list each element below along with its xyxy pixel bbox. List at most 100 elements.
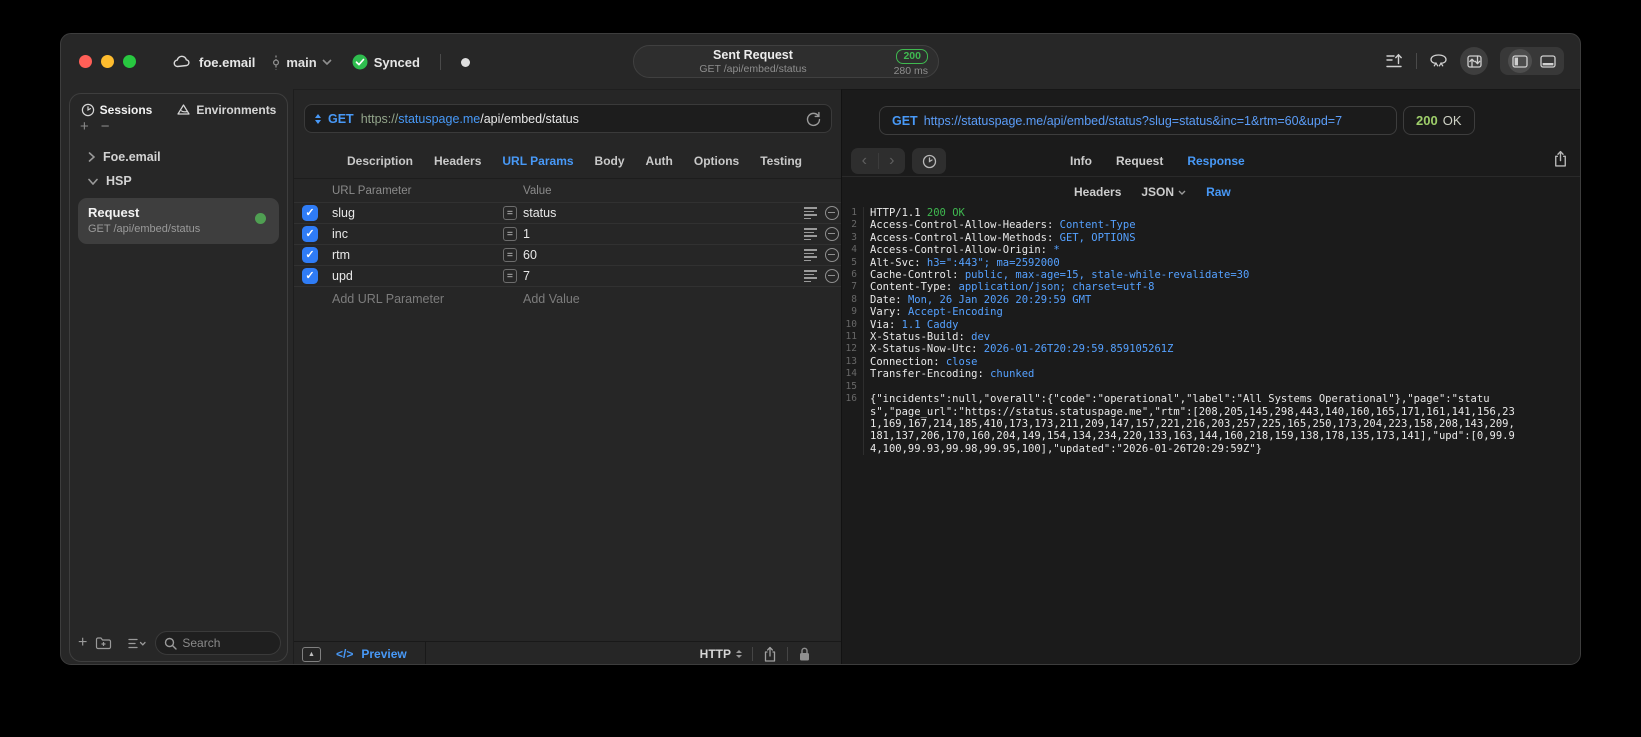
preview-button[interactable]: </> Preview <box>336 647 407 661</box>
tab-url-params[interactable]: URL Params <box>502 154 573 168</box>
subtab-headers[interactable]: Headers <box>1074 185 1121 199</box>
resend-icon[interactable] <box>806 111 821 127</box>
response-line: 2 Access-Control-Allow-Headers: Content-T… <box>842 219 1578 232</box>
environments-icon <box>176 103 191 117</box>
export-response-icon[interactable] <box>1553 150 1568 168</box>
tree-item-foe-email[interactable]: Foe.email <box>76 145 281 169</box>
subtab-json[interactable]: JSON <box>1141 185 1186 199</box>
tab-response[interactable]: Response <box>1187 154 1244 168</box>
sort-list-icon[interactable] <box>128 637 147 650</box>
response-subtabs: Headers JSON Raw <box>1074 180 1231 204</box>
remove-row-icon[interactable] <box>825 248 839 262</box>
protocol-selector[interactable]: HTTP <box>700 647 742 661</box>
tab-auth[interactable]: Auth <box>646 154 673 168</box>
line-number: 14 <box>842 368 864 381</box>
remove-row-icon[interactable] <box>825 269 839 283</box>
tab-environments[interactable]: Environments <box>176 103 276 117</box>
tab-body[interactable]: Body <box>595 154 625 168</box>
param-name[interactable]: inc <box>332 227 348 241</box>
param-checkbox[interactable]: ✓ <box>302 205 318 221</box>
row-options-icon[interactable] <box>804 207 818 219</box>
line-number: 8 <box>842 293 864 307</box>
sync-status[interactable]: Synced <box>352 54 420 70</box>
param-checkbox[interactable]: ✓ <box>302 268 318 284</box>
param-name[interactable]: upd <box>332 269 353 283</box>
collapse-panel-icon[interactable]: ▲ <box>302 646 321 662</box>
url-params-table: URL Parameter Value ✓ slug = status ✓ in… <box>294 179 841 309</box>
forward-icon[interactable]: › <box>879 148 906 174</box>
param-value[interactable]: 7 <box>523 269 530 283</box>
line-content: HTTP/1.1 200 OK <box>870 207 965 219</box>
request-url[interactable]: https://statuspage.me/api/embed/status <box>361 112 579 126</box>
tab-sessions[interactable]: Sessions <box>81 103 152 117</box>
tree-item-hsp[interactable]: HSP <box>76 169 281 193</box>
toggle-left-panel-icon[interactable] <box>1508 49 1532 73</box>
tab-info[interactable]: Info <box>1070 154 1092 168</box>
method-dropdown-icon[interactable] <box>315 113 321 124</box>
line-number: 16 <box>842 393 864 456</box>
close-window-button[interactable] <box>79 55 92 68</box>
response-status-code: 200 <box>1416 113 1438 128</box>
tab-headers[interactable]: Headers <box>434 154 481 168</box>
titlebar-actions <box>1386 47 1564 75</box>
param-name[interactable]: rtm <box>332 248 350 262</box>
clock-icon <box>81 103 95 117</box>
param-checkbox[interactable]: ✓ <box>302 226 318 242</box>
search-box[interactable] <box>155 631 282 655</box>
row-options-icon[interactable] <box>804 249 818 261</box>
sidebar: Sessions Environments + − Foe.email HSP … <box>69 93 288 662</box>
add-value-field[interactable]: Add Value <box>523 292 580 306</box>
subtab-raw[interactable]: Raw <box>1206 185 1231 199</box>
import-export-icon[interactable] <box>1386 53 1404 69</box>
line-content: Access-Control-Allow-Methods: GET, OPTIO… <box>870 231 1136 244</box>
row-options-icon[interactable] <box>804 270 818 282</box>
param-row-slug: ✓ slug = status <box>294 203 841 224</box>
search-input[interactable] <box>182 636 273 650</box>
new-folder-icon[interactable] <box>95 636 112 650</box>
request-panel: GET https://statuspage.me/api/embed/stat… <box>293 89 841 664</box>
layout-toggle-group <box>1500 47 1564 75</box>
history-clock-icon[interactable] <box>912 148 946 174</box>
send-receive-icon[interactable] <box>1460 47 1488 75</box>
add-icon[interactable]: + <box>80 119 89 134</box>
url-scheme: https:// <box>360 111 399 126</box>
request-method[interactable]: GET <box>328 112 354 126</box>
response-url-box[interactable]: GET https://statuspage.me/api/embed/stat… <box>879 106 1397 135</box>
remove-row-icon[interactable] <box>825 206 839 220</box>
back-icon[interactable]: ‹ <box>851 148 878 174</box>
share-icon[interactable] <box>763 646 777 663</box>
request-url-bar[interactable]: GET https://statuspage.me/api/embed/stat… <box>304 104 832 133</box>
response-line: 11 X-Status-Build: dev <box>842 331 1578 344</box>
toggle-bottom-panel-icon[interactable] <box>1540 54 1556 68</box>
minimize-window-button[interactable] <box>101 55 114 68</box>
param-value[interactable]: 1 <box>523 227 530 241</box>
branch-selector[interactable]: main <box>271 55 332 70</box>
response-panel: GET https://statuspage.me/api/embed/stat… <box>841 89 1580 664</box>
zoom-window-button[interactable] <box>123 55 136 68</box>
new-request-icon[interactable]: + <box>78 635 87 651</box>
param-checkbox[interactable]: ✓ <box>302 247 318 263</box>
project-name[interactable]: foe.email <box>199 55 255 70</box>
tab-options[interactable]: Options <box>694 154 739 168</box>
branch-icon <box>271 55 281 70</box>
tab-testing[interactable]: Testing <box>760 154 802 168</box>
response-body[interactable]: 1 HTTP/1.1 200 OK 2 Access-Control-Allow-He… <box>842 207 1578 662</box>
param-value[interactable]: status <box>523 206 556 220</box>
response-tabs: Info Request Response <box>1070 148 1245 174</box>
sidebar-request-item[interactable]: Request GET /api/embed/status <box>78 198 279 244</box>
param-name[interactable]: slug <box>332 206 355 220</box>
tab-request[interactable]: Request <box>1116 154 1163 168</box>
check-circle-icon <box>352 54 368 70</box>
add-url-parameter-field[interactable]: Add URL Parameter <box>332 292 444 306</box>
remove-row-icon[interactable] <box>825 227 839 241</box>
row-options-icon[interactable] <box>804 228 818 240</box>
line-number: 5 <box>842 256 864 270</box>
param-value[interactable]: 60 <box>523 248 537 262</box>
remove-icon[interactable]: − <box>101 119 110 134</box>
sent-request-pill[interactable]: Sent Request GET /api/embed/status 200 2… <box>633 45 939 78</box>
tab-description[interactable]: Description <box>347 154 413 168</box>
line-number: 1 <box>842 207 864 220</box>
lasso-icon[interactable] <box>1429 53 1448 69</box>
response-line: 15 <box>842 380 1578 394</box>
code-brackets-icon: </> <box>336 647 354 661</box>
